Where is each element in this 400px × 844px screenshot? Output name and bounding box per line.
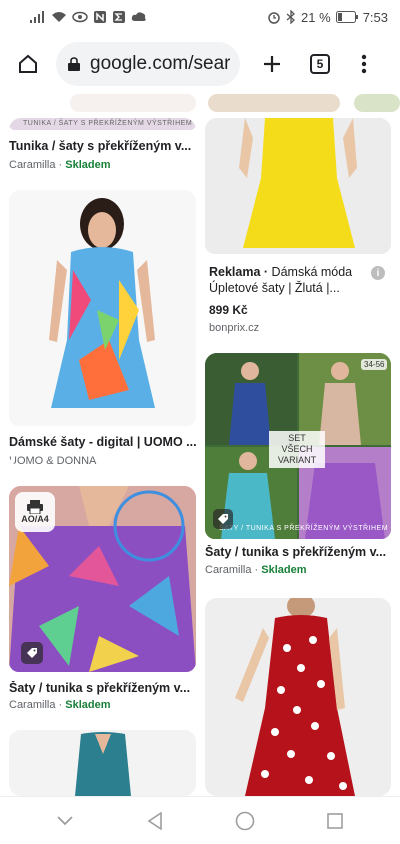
result-card[interactable]: AO/A4 Šaty / tunika s překříženým v... C…: [9, 486, 196, 716]
tag-icon: [21, 642, 43, 664]
printer-icon: [27, 500, 43, 514]
cropped-result-image[interactable]: [208, 94, 340, 112]
source-name: Caramilla: [9, 699, 56, 711]
print-badge: AO/A4: [15, 492, 55, 532]
result-title: Šaty / tunika s překříženým v...: [9, 681, 191, 695]
source-name: Caramilla: [205, 564, 252, 576]
cropped-result-image[interactable]: [70, 94, 196, 112]
ad-label: Reklama: [209, 265, 261, 279]
eye-icon: [72, 11, 88, 23]
teal-dress-illustration: [9, 730, 196, 796]
status-left-icons: [30, 10, 147, 24]
status-bar: 21 % 7:53: [0, 0, 400, 34]
recents-button[interactable]: [315, 801, 355, 841]
cropped-result-image[interactable]: [354, 94, 400, 112]
result-title: Šaty / tunika s překříženým v...: [205, 545, 387, 559]
digital-dress-illustration: [9, 190, 196, 426]
result-source: Caramilla · Skladem: [9, 159, 111, 171]
badge-text: AO/A4: [21, 514, 49, 524]
result-image: AO/A4: [9, 486, 196, 672]
result-image: TUNIKA / ŠATY S PŘEKŘÍŽENÝM VÝSTŘIHEM: [9, 118, 196, 130]
info-icon[interactable]: i: [371, 266, 385, 280]
result-title: Reklama · Dámská móda Úpletové šaty | Žl…: [209, 265, 353, 295]
result-source: bonprix.cz: [209, 322, 260, 334]
stock-status: Skladem: [65, 159, 111, 171]
result-title: Dámské šaty - digital | UOMO ...: [9, 435, 196, 449]
result-image: [205, 118, 391, 254]
more-menu-button[interactable]: [346, 46, 382, 82]
result-image: [205, 598, 391, 796]
result-card[interactable]: Reklama · Dámská móda Úpletové šaty | Žl…: [205, 118, 391, 338]
image-overlay-text: ŠATY / TUNIKA S PŘEKŘÍŽENÝM VÝSTŘIHEM: [219, 525, 389, 532]
home-nav-button[interactable]: [225, 801, 265, 841]
address-bar[interactable]: google.com/search: [56, 42, 240, 86]
recents-icon: [327, 812, 343, 829]
image-overlay-text: TUNIKA / ŠATY S PŘEKŘÍŽENÝM VÝSTŘIHEM: [23, 120, 193, 127]
signal-icon: [30, 11, 44, 23]
home-circle-icon: [235, 811, 255, 830]
result-price: 899 Kč: [209, 303, 248, 317]
source-name: Caramilla: [9, 159, 56, 171]
back-icon: [147, 811, 162, 830]
image-results-grid: TUNIKA / ŠATY S PŘEKŘÍŽENÝM VÝSTŘIHEM Tu…: [0, 94, 400, 796]
result-source: Caramilla · Skladem: [9, 699, 111, 711]
battery-icon: [335, 11, 358, 23]
stock-status: Skladem: [65, 699, 111, 711]
status-right-icons: 21 % 7:53: [267, 10, 388, 25]
new-tab-button[interactable]: [254, 46, 290, 82]
result-image: 34-56 SET VŠECH VARIANT ŠATY / TUNIKA S …: [205, 353, 391, 539]
chevron-down-icon: [57, 815, 73, 825]
polka-dot-dress-illustration: [205, 598, 391, 796]
yellow-dress-illustration: [205, 118, 391, 254]
cloud-icon: [131, 12, 146, 21]
result-card[interactable]: [9, 730, 196, 796]
home-icon: [19, 54, 37, 73]
result-card[interactable]: 34-56 SET VŠECH VARIANT ŠATY / TUNIKA S …: [205, 353, 391, 583]
clock: 7:53: [362, 9, 388, 25]
home-button[interactable]: [10, 46, 46, 82]
nfc-icon: [94, 11, 106, 23]
result-card[interactable]: Dámské šaty - digital | UOMO ... UOMO & …: [9, 190, 196, 466]
result-image: [9, 190, 196, 426]
lock-icon: [68, 57, 80, 71]
size-label: 34-56: [361, 359, 388, 370]
result-title: Tunika / šaty s překříženým v...: [9, 139, 192, 153]
stock-status: Skladem: [261, 564, 307, 576]
plus-icon: [264, 56, 280, 72]
back-button[interactable]: [135, 801, 175, 841]
battery-percent: 21 %: [301, 9, 331, 25]
tabs-icon: 5: [310, 54, 330, 74]
tab-switcher-button[interactable]: 5: [302, 46, 338, 82]
browser-toolbar: google.com/search 5: [0, 34, 400, 94]
result-image: [9, 730, 196, 796]
bluetooth-icon: [286, 10, 296, 24]
tag-icon: [213, 509, 233, 529]
more-vert-icon: [361, 54, 367, 74]
result-source: UOMO & DONNA: [9, 455, 97, 466]
result-card[interactable]: [205, 598, 391, 796]
system-nav-bar: [0, 796, 400, 844]
sigma-icon: [113, 11, 125, 23]
result-source: Caramilla · Skladem: [205, 564, 307, 576]
alarm-icon: [268, 12, 280, 24]
hide-nav-button[interactable]: [45, 801, 85, 841]
wifi-icon: [52, 12, 66, 22]
set-label: SET VŠECH VARIANT: [269, 431, 325, 468]
url-text: google.com/search: [90, 53, 230, 74]
